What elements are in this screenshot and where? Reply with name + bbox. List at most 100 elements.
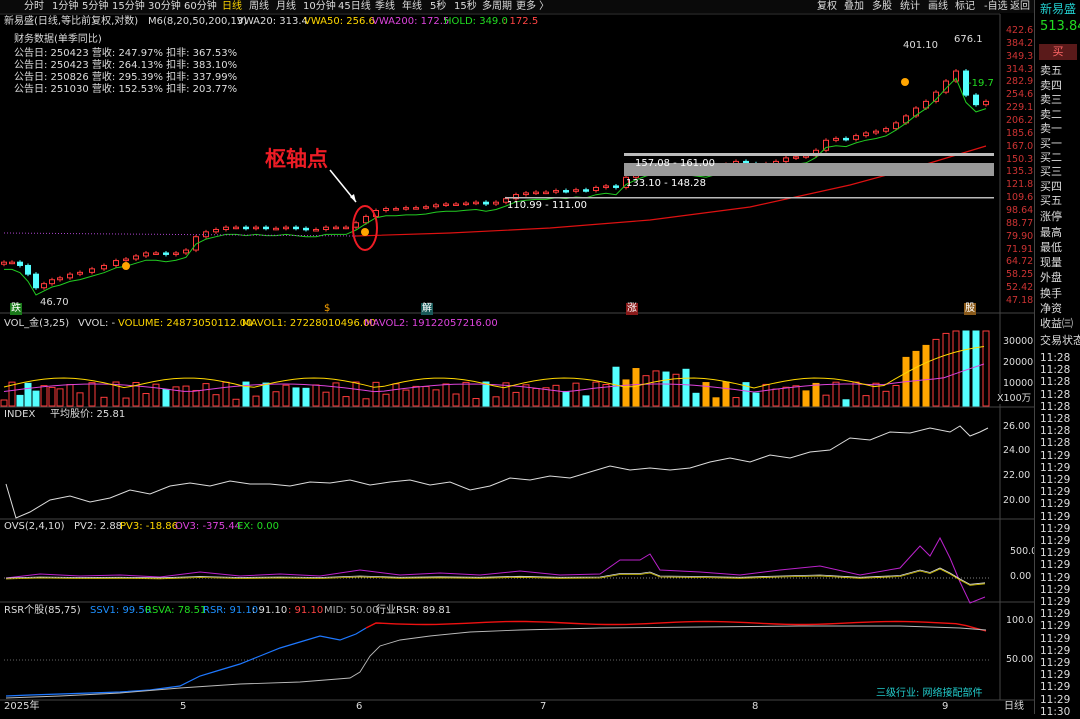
vol-scale: 20000 <box>1003 357 1034 368</box>
volume-bar <box>532 387 540 407</box>
side-field-label: 买三 <box>1040 165 1062 178</box>
candle <box>883 126 889 134</box>
industry-rsr-line <box>5 625 987 699</box>
candle <box>543 190 549 195</box>
rsr-industry: 行业RSR: 89.81 <box>376 605 452 616</box>
price-tick: 282.9 <box>1006 76 1034 88</box>
financial-row: 公告日: 250423 营收: 264.13% 扣非: 383.10% <box>14 60 238 71</box>
vwa-dotted-line <box>3 232 357 237</box>
candle <box>493 200 499 207</box>
financial-row: 公告日: 250826 营收: 295.39% 扣非: 337.99% <box>14 72 238 83</box>
mavol1-value: MAVOL1: 27228010496.00 <box>242 318 376 329</box>
volume-bar <box>642 375 650 407</box>
price-tick: 185.6 <box>1006 127 1034 139</box>
volume-bar <box>892 384 900 407</box>
candle <box>523 190 529 197</box>
volume-bar <box>562 391 570 407</box>
volume-bar <box>422 386 430 407</box>
volume-bar <box>972 330 980 407</box>
price-tick: 47.18 <box>1006 295 1034 306</box>
volume-bar <box>402 389 410 407</box>
volume-bar <box>56 388 64 407</box>
candle <box>77 270 83 277</box>
price-tick: 121.8 <box>1006 179 1034 191</box>
candle <box>343 225 349 230</box>
buy-button[interactable]: 买 <box>1039 44 1077 60</box>
volume-bar <box>472 398 480 407</box>
price-tick: 254.6 <box>1006 89 1034 101</box>
candle <box>183 248 189 255</box>
volume-bar <box>182 385 190 407</box>
volume-bar <box>16 394 24 407</box>
side-field-label: 收益㈢ <box>1040 317 1073 330</box>
volume-bar <box>48 386 56 407</box>
candle <box>333 225 339 230</box>
volume-bar <box>682 368 690 407</box>
side-field-label: 卖二 <box>1040 108 1062 121</box>
volume-bar <box>962 330 970 407</box>
candle <box>403 205 409 211</box>
volume-bar <box>782 386 790 407</box>
volume-bar <box>512 391 520 407</box>
candle <box>953 69 959 84</box>
xaxis-label: 7 <box>540 701 547 712</box>
candle <box>67 272 73 280</box>
candle <box>223 225 229 232</box>
candle <box>203 229 209 239</box>
candle <box>49 277 55 286</box>
vol-scale: 30000 <box>1003 336 1034 347</box>
candle <box>323 225 329 232</box>
volume-bar <box>312 384 320 407</box>
volume-bar <box>482 381 490 407</box>
candle <box>283 225 289 231</box>
volume-bar <box>732 397 740 407</box>
volume-bar <box>32 390 40 407</box>
candle <box>873 129 879 135</box>
volume-bar <box>392 383 400 407</box>
price-tick: 109.6 <box>1006 192 1034 204</box>
candle <box>101 263 107 271</box>
price-tick: 79.90 <box>1006 230 1034 242</box>
volume-bar <box>712 397 720 407</box>
volume-bar <box>442 383 450 407</box>
side-field-label: 交易状态 <box>1040 334 1080 347</box>
candle <box>17 260 23 268</box>
candle <box>533 190 539 195</box>
vol-label: VOL_金(3,25) <box>4 318 70 329</box>
rsr-rsr: RSR: 91.10 <box>203 605 259 616</box>
volume-bar <box>812 382 820 407</box>
volume-bar <box>852 381 860 407</box>
event-marker-icon <box>122 262 130 270</box>
marker-dollar: $ <box>324 303 331 314</box>
volume-bar <box>342 396 350 407</box>
volume-bar <box>652 370 660 407</box>
candle <box>25 263 31 277</box>
price-tick: 135.3 <box>1006 166 1034 178</box>
volume-bar <box>452 393 460 407</box>
volume-bar <box>842 399 850 407</box>
volume-bar <box>932 338 940 407</box>
volume-bar <box>572 382 580 407</box>
xaxis-label: 2025年 <box>4 701 40 712</box>
xaxis-label: 5 <box>180 701 187 712</box>
volume-bar <box>792 385 800 407</box>
low-price-label: 46.70 <box>40 297 69 308</box>
marker-fall: 跌 <box>10 303 22 315</box>
price-tick: 58.25 <box>1006 269 1034 281</box>
price-tick: 229.1 <box>1006 102 1034 114</box>
ovs-ov3: OV3: -375.44 <box>175 521 242 532</box>
change-label: -19.7 <box>968 78 994 89</box>
xaxis-period[interactable]: 日线 <box>1004 701 1024 713</box>
side-field-label: 最低 <box>1040 241 1062 254</box>
candle <box>613 183 619 190</box>
volume-bar <box>202 383 210 407</box>
volume-bar <box>262 382 270 407</box>
index-line <box>5 425 989 519</box>
zone-label-1: 157.08 - 161.00 <box>635 158 715 169</box>
rsr-rsr2: : 91.10 <box>252 605 288 616</box>
candle <box>823 138 829 153</box>
candle <box>143 250 149 258</box>
rsr-blue-line <box>5 627 367 697</box>
candle <box>483 200 489 207</box>
volume-bar <box>762 383 770 407</box>
